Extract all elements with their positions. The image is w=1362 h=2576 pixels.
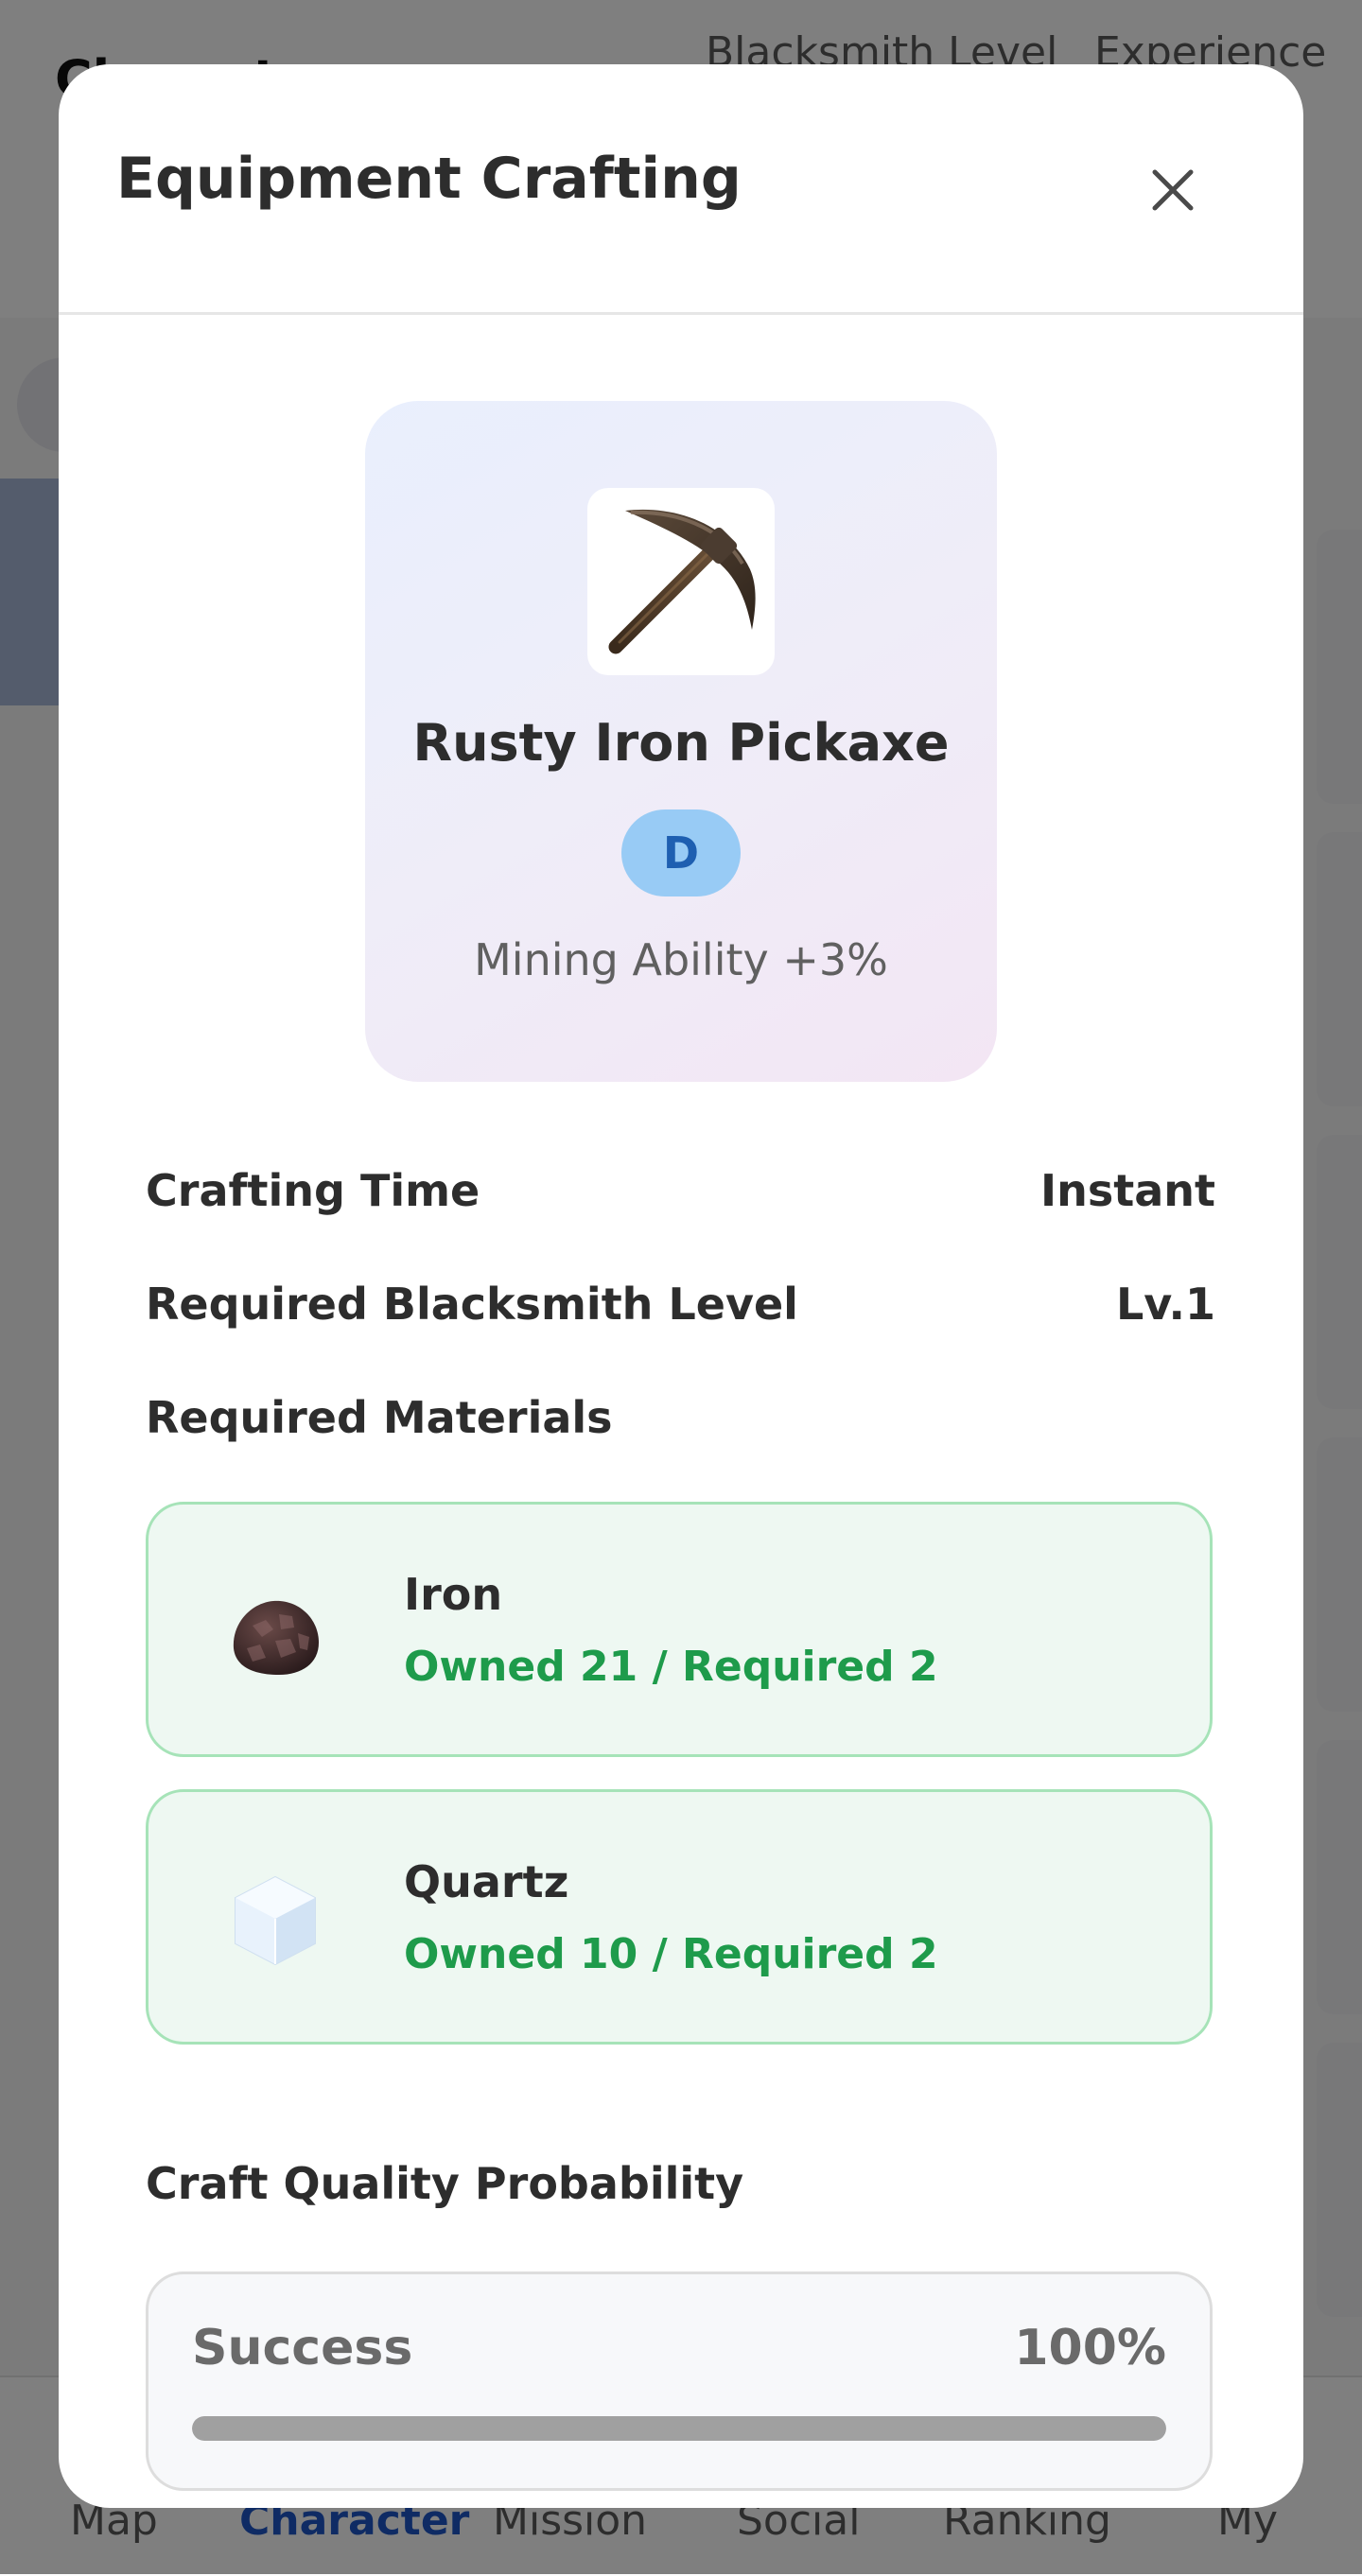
material-card-quartz: Quartz Owned 10 / Required 2 (146, 1789, 1213, 2045)
material-name: Iron (404, 1569, 503, 1620)
material-count: Owned 10 / Required 2 (404, 1930, 938, 1978)
item-name: Rusty Iron Pickaxe (412, 713, 950, 773)
modal-title: Equipment Crafting (116, 146, 742, 212)
equipment-crafting-modal: Equipment Crafting Rusty Iron Pickaxe D … (59, 64, 1303, 2508)
pickaxe-icon (608, 509, 756, 654)
item-icon-frame (587, 488, 775, 675)
crafting-time-value: Instant (1039, 1165, 1215, 1216)
grade-badge: D (621, 809, 741, 896)
iron-ore-icon (233, 1600, 319, 1675)
item-card: Rusty Iron Pickaxe D Mining Ability +3% (365, 401, 997, 1082)
crafting-time-label: Crafting Time (146, 1165, 480, 1216)
required-level-value: Lv.1 (1115, 1279, 1215, 1330)
craft-quality-label: Craft Quality Probability (146, 2158, 744, 2209)
probability-bar-fill (192, 2416, 1166, 2441)
probability-label: Success (192, 2320, 413, 2376)
required-materials-label: Required Materials (146, 1392, 613, 1443)
probability-value: 100% (1014, 2320, 1166, 2376)
item-stat: Mining Ability +3% (474, 934, 888, 985)
material-card-iron: Iron Owned 21 / Required 2 (146, 1502, 1213, 1757)
material-count: Owned 21 / Required 2 (404, 1643, 938, 1691)
material-name: Quartz (404, 1856, 569, 1907)
quartz-icon (235, 1875, 316, 1966)
modal-header: Equipment Crafting (59, 64, 1303, 315)
close-icon (1152, 169, 1194, 211)
required-level-label: Required Blacksmith Level (146, 1279, 798, 1330)
probability-bar (192, 2416, 1166, 2441)
close-button[interactable] (1139, 156, 1207, 224)
probability-row-success: Success 100% (146, 2271, 1213, 2491)
